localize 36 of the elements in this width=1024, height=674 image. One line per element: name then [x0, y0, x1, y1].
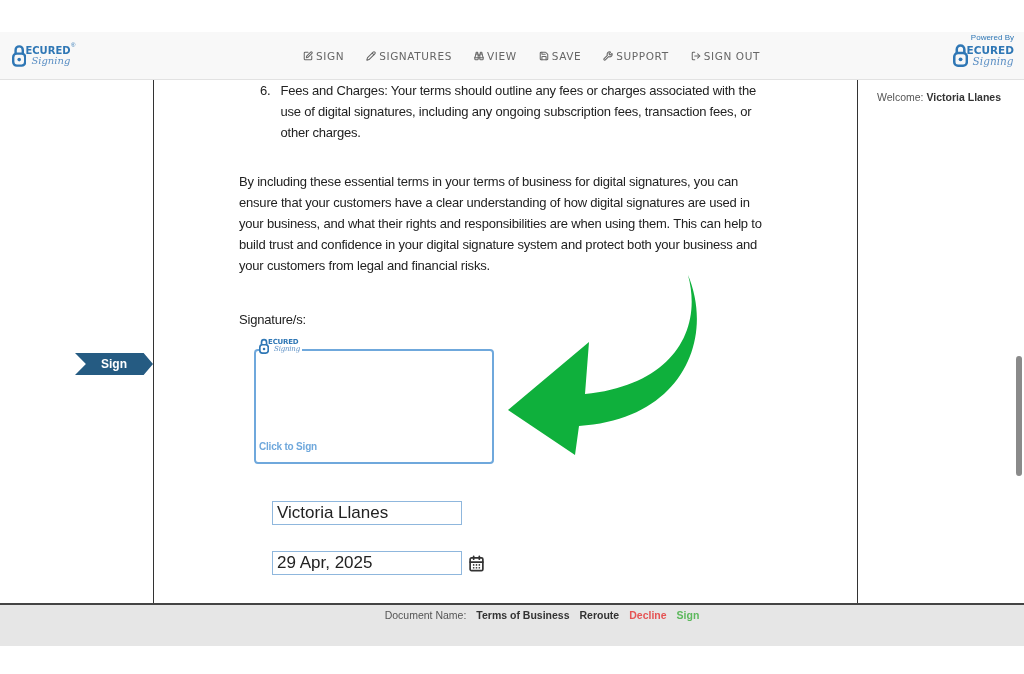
nav-link[interactable]: SAVE — [538, 49, 582, 62]
nav-link[interactable]: VIEW — [474, 49, 517, 62]
lock-icon — [952, 42, 968, 69]
logo-script: Signing — [31, 55, 71, 66]
click-to-sign-text: Click to Sign — [259, 440, 317, 454]
scrollbar[interactable] — [1016, 356, 1022, 476]
wrench-icon — [603, 50, 614, 61]
powered-by-text: Powered By — [970, 32, 1014, 42]
document-name: Terms of Business — [476, 609, 570, 621]
list-item-text: Fees and Charges: Your terms should outline any fees or charges associated with the use of digital signatures, including any ongoing subscription fees, transaction fees, or other charges. — [280, 82, 757, 142]
nav-link[interactable]: SIGN OUT — [690, 49, 760, 62]
name-field[interactable]: Victoria Llanes — [272, 501, 462, 525]
signature-label: Signature/s: — [239, 311, 307, 329]
document-name-label: Document Name: — [384, 609, 467, 621]
save-icon — [538, 50, 549, 61]
nav-link[interactable]: SUPPORT — [603, 49, 669, 62]
calendar-icon[interactable] — [468, 554, 485, 572]
welcome-label: Welcome: — [877, 91, 924, 103]
lock-icon — [12, 43, 27, 68]
edit-icon — [303, 50, 313, 61]
list-number: 6. — [260, 82, 271, 100]
reroute-link[interactable]: Reroute — [579, 609, 620, 621]
decline-link[interactable]: Decline — [629, 609, 667, 621]
logo-wordmark: ECURED — [25, 45, 71, 56]
sign-marker[interactable]: Sign — [75, 353, 153, 375]
nav-link[interactable]: SIGN — [303, 49, 345, 62]
signout-icon — [690, 50, 701, 61]
user-name: Victoria Llanes — [926, 91, 1001, 103]
logo-wordmark: ECURED — [966, 45, 1014, 56]
date-field[interactable]: 29 Apr, 2025 — [272, 551, 462, 575]
lock-icon — [259, 338, 270, 355]
binoculars-icon — [474, 50, 484, 61]
logo-script: Signing — [972, 55, 1014, 66]
paragraph: By including these essential terms in your terms of business for digital signatures, you can ensure that your customers have a clear understanding of how digital signatures are used in your business, and what their rights and responsibilities are when using them. This can help to build trust and confidence in your digital signature system and protect both your business and your customers from legal and financial risks. — [239, 173, 763, 275]
pencil-icon — [366, 50, 377, 61]
nav-link[interactable]: SIGNATURES — [366, 49, 452, 62]
